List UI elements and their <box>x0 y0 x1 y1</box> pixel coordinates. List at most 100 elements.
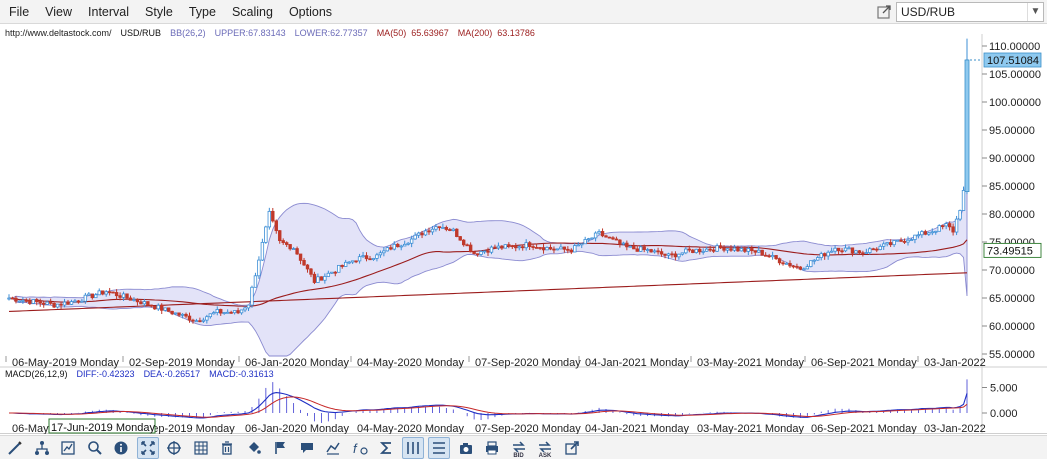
chart-legend: http://www.deltastock.com/ USD/RUB BB(26… <box>5 27 535 39</box>
info-button[interactable] <box>110 437 132 459</box>
sigma-icon <box>379 441 391 454</box>
candle-body <box>198 320 202 323</box>
menu-scaling[interactable]: Scaling <box>224 0 281 24</box>
date-tick-label: 04-Jan-2021 Monday <box>585 357 689 369</box>
candle-body <box>83 294 88 302</box>
candle-body <box>916 234 921 237</box>
camera-button[interactable] <box>455 437 477 459</box>
trash-button[interactable] <box>216 437 238 459</box>
candle-body <box>923 231 928 235</box>
candle-body <box>73 300 77 303</box>
candle-body <box>371 258 376 260</box>
grid-icon <box>193 440 208 455</box>
candle-body <box>580 243 584 246</box>
draw-line-button[interactable] <box>4 437 26 459</box>
candle-body <box>107 291 112 294</box>
candle-body <box>586 238 591 241</box>
candle-body <box>875 248 879 251</box>
candle-body <box>153 305 157 310</box>
price-tick-label: 60.00000 <box>989 321 1035 333</box>
candle-body <box>389 247 393 250</box>
candle-body <box>434 226 438 230</box>
candle-body <box>35 299 39 303</box>
candle-body <box>711 249 716 252</box>
menu-view[interactable]: View <box>37 0 80 24</box>
candle-body <box>42 302 46 305</box>
candle-body <box>451 228 455 231</box>
candle-body <box>902 240 907 243</box>
vline-button[interactable] <box>401 436 424 459</box>
candle-body <box>895 239 900 242</box>
menu-style[interactable]: Style <box>137 0 181 24</box>
candle-body <box>822 253 827 257</box>
candle-body <box>316 276 320 283</box>
legend-lower: LOWER:62.77357 <box>294 28 368 38</box>
hline-button[interactable] <box>428 436 450 459</box>
candle-body <box>927 232 931 235</box>
candle-body <box>291 248 296 250</box>
candle-body <box>132 299 136 301</box>
tree-button[interactable] <box>31 437 53 459</box>
candle-body <box>368 258 372 261</box>
date-tick-label: 07-Sep-2020 Monday <box>475 357 581 369</box>
candle-body <box>517 246 521 249</box>
candle-body <box>413 234 417 240</box>
candle-body <box>774 255 778 260</box>
candle-body <box>479 251 483 255</box>
sigma-button[interactable] <box>375 437 397 459</box>
camera-icon <box>459 442 472 454</box>
chart-button[interactable] <box>57 437 79 459</box>
expand-window-icon[interactable] <box>876 4 892 20</box>
candle-body <box>854 250 858 254</box>
candle-body <box>281 240 285 244</box>
candle-body <box>913 234 917 240</box>
menu-options[interactable]: Options <box>281 0 340 24</box>
candle-body <box>652 250 657 253</box>
grid-button[interactable] <box>190 437 212 459</box>
date-tick-label: 06-May-2019 Monday <box>12 357 120 369</box>
candle-body <box>614 238 619 241</box>
print-button[interactable] <box>481 437 503 459</box>
legend-ma50-value: 65.63967 <box>411 28 449 38</box>
chart-icon <box>61 440 75 455</box>
candle-body <box>736 247 740 252</box>
candle-body <box>222 312 226 314</box>
candle-body <box>305 264 310 270</box>
menu-interval[interactable]: Interval <box>80 0 137 24</box>
legend-bb: BB(26,2) <box>170 28 206 38</box>
candle-body <box>250 286 254 306</box>
autoscale-button[interactable] <box>136 436 159 459</box>
candle-body <box>319 276 324 281</box>
symbol-select[interactable]: USD/RUB ▼ <box>896 2 1044 22</box>
candle-body <box>632 245 636 250</box>
candle-body <box>475 253 480 256</box>
bid-button[interactable]: BID <box>508 437 530 459</box>
ask-button[interactable]: ASK <box>534 437 556 459</box>
candle-body <box>493 246 497 249</box>
candle-body <box>323 275 327 281</box>
function-button[interactable]: f <box>349 437 371 459</box>
candle-body <box>278 230 282 242</box>
candle-body <box>951 226 955 233</box>
candle-body <box>944 223 948 227</box>
zoom-button[interactable] <box>84 437 106 459</box>
popout-button[interactable] <box>561 437 583 459</box>
menu-file[interactable]: File <box>0 0 37 24</box>
fill-button[interactable] <box>243 437 265 459</box>
chevron-down-icon: ▼ <box>1027 3 1043 21</box>
candle-body <box>246 304 251 309</box>
candle-body <box>350 260 355 263</box>
flag-button[interactable] <box>269 437 291 459</box>
candle-body <box>732 247 737 251</box>
candle-body <box>673 253 678 258</box>
candle-body <box>10 297 15 300</box>
chat-button[interactable] <box>296 437 318 459</box>
candle-body <box>420 232 424 236</box>
crosshair-button[interactable] <box>163 437 185 459</box>
candle-body <box>836 247 841 252</box>
candle-body <box>812 259 816 262</box>
legend-ma50-name: MA(50) <box>376 28 407 38</box>
menu-type[interactable]: Type <box>181 0 224 24</box>
indicator-button[interactable] <box>322 437 344 459</box>
candle-body <box>868 248 872 253</box>
